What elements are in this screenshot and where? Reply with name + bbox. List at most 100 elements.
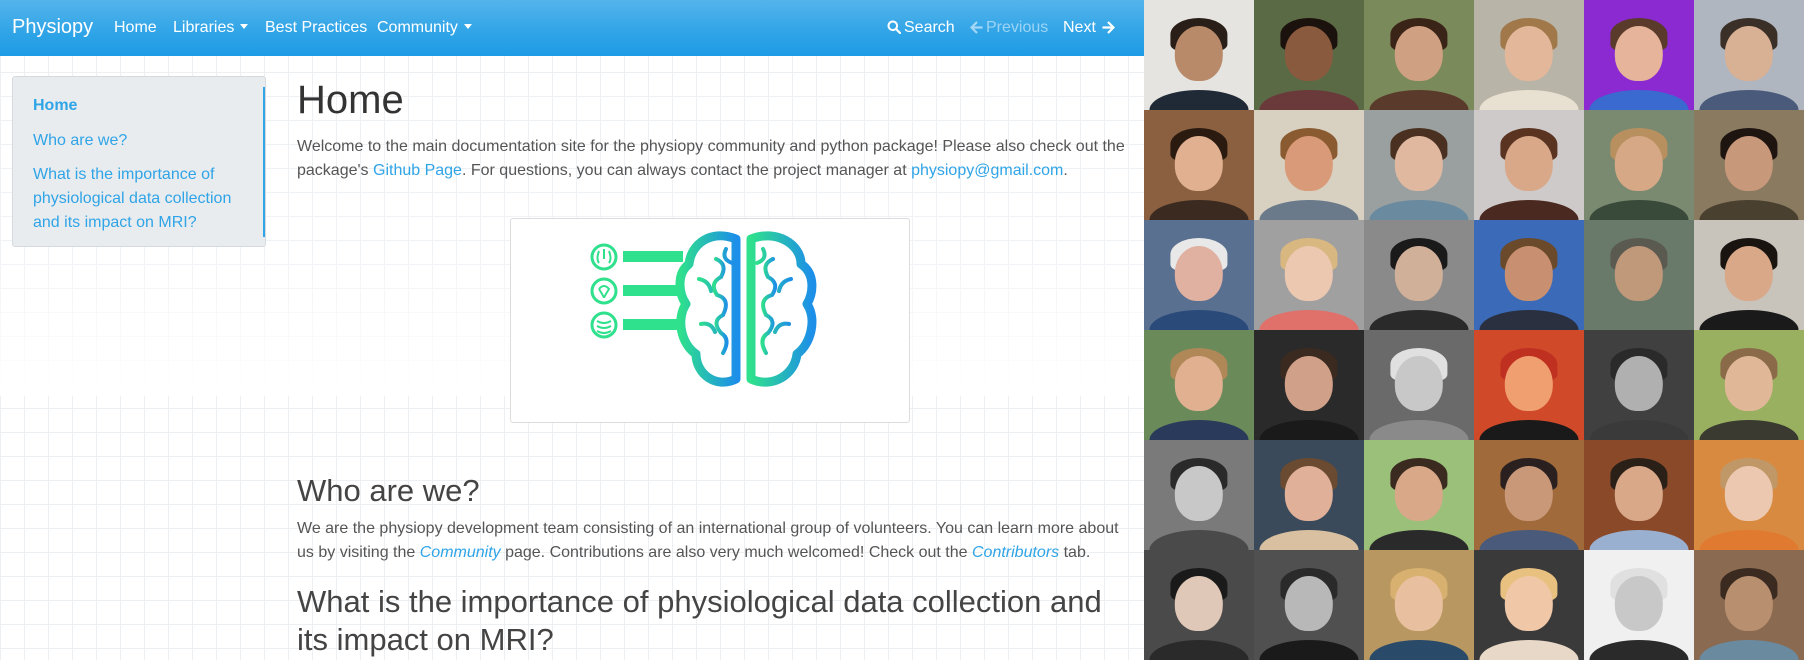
- contributor-photo: [1694, 550, 1804, 660]
- contributor-shoulders: [1479, 640, 1579, 660]
- chevron-down-icon: [240, 24, 249, 29]
- contributor-photo: [1144, 220, 1254, 330]
- nav-home[interactable]: Home: [114, 19, 157, 37]
- contributor-photo: [1474, 0, 1584, 110]
- contributor-face: [1174, 136, 1224, 192]
- toc-link-who-are-we[interactable]: Who are we?: [33, 129, 243, 153]
- contributor-shoulders: [1149, 420, 1249, 440]
- nav-best-practices[interactable]: Best Practices: [265, 19, 367, 37]
- organ-icons: [590, 243, 618, 339]
- contributor-face: [1724, 26, 1774, 82]
- contributor-shoulders: [1589, 420, 1689, 440]
- contributor-shoulders: [1479, 90, 1579, 110]
- contributor-shoulders: [1479, 310, 1579, 330]
- brand-link[interactable]: Physiopy: [12, 16, 93, 39]
- contributor-face: [1614, 136, 1664, 192]
- contributor-shoulders: [1479, 530, 1579, 550]
- contributor-face: [1284, 26, 1334, 82]
- contributor-face: [1174, 466, 1224, 522]
- contributor-face: [1284, 136, 1334, 192]
- contributor-face: [1284, 356, 1334, 412]
- contributor-photo: [1694, 330, 1804, 440]
- nav-community-dropdown[interactable]: Community: [377, 19, 472, 37]
- contributor-photo: [1144, 550, 1254, 660]
- contributor-photo: [1694, 0, 1804, 110]
- intro-text-2: . For questions, you can always contact …: [461, 162, 912, 179]
- contributor-shoulders: [1589, 310, 1689, 330]
- toc-active-indicator: [263, 87, 265, 237]
- contributor-shoulders: [1149, 640, 1249, 660]
- contributor-face: [1724, 356, 1774, 412]
- search-label: Search: [904, 19, 955, 36]
- contributor-shoulders: [1369, 640, 1469, 660]
- contributor-photo: [1254, 330, 1364, 440]
- contributors-link[interactable]: Contributors: [972, 544, 1059, 561]
- contributor-photo: [1584, 0, 1694, 110]
- who-are-we-heading: Who are we?: [297, 473, 480, 508]
- contributor-shoulders: [1589, 90, 1689, 110]
- contributor-shoulders: [1699, 530, 1799, 550]
- contributor-photo: [1364, 550, 1474, 660]
- contributor-photo: [1694, 220, 1804, 330]
- contributor-shoulders: [1369, 310, 1469, 330]
- contributor-face: [1284, 246, 1334, 302]
- contributor-face: [1394, 26, 1444, 82]
- contributor-photo: [1694, 440, 1804, 550]
- contributor-face: [1504, 246, 1554, 302]
- next-button[interactable]: Next: [1063, 19, 1116, 37]
- brain-outline: [675, 231, 817, 387]
- github-page-link[interactable]: Github Page: [373, 162, 462, 179]
- contributor-face: [1394, 356, 1444, 412]
- contributor-photo: [1364, 220, 1474, 330]
- contributor-photo: [1254, 110, 1364, 220]
- top-navbar: Physiopy Home Libraries Best Practices C…: [0, 0, 1144, 56]
- contributors-photo-grid: [1144, 0, 1804, 660]
- contributor-face: [1724, 466, 1774, 522]
- contributor-face: [1394, 246, 1444, 302]
- contributor-shoulders: [1259, 530, 1359, 550]
- contributor-face: [1394, 136, 1444, 192]
- contributor-face: [1504, 466, 1554, 522]
- brain-folds: [697, 247, 793, 355]
- nav-libraries-dropdown[interactable]: Libraries: [173, 19, 249, 37]
- contributor-face: [1724, 136, 1774, 192]
- search-icon: [887, 20, 901, 34]
- search-button[interactable]: Search: [887, 19, 955, 37]
- community-link[interactable]: Community: [420, 544, 501, 561]
- contributor-face: [1284, 576, 1334, 632]
- contributor-shoulders: [1259, 640, 1359, 660]
- contributor-shoulders: [1699, 640, 1799, 660]
- nav-libraries-label: Libraries: [173, 19, 235, 36]
- contributor-face: [1614, 246, 1664, 302]
- contributor-photo: [1474, 110, 1584, 220]
- nav-community-label: Community: [377, 19, 458, 36]
- contributor-shoulders: [1149, 310, 1249, 330]
- page-title: Home: [297, 78, 404, 122]
- who-text-2: page. Contributions are also very much w…: [500, 544, 972, 561]
- contributor-photo: [1144, 0, 1254, 110]
- contributor-shoulders: [1699, 90, 1799, 110]
- contributor-photo: [1364, 0, 1474, 110]
- contributor-photo: [1144, 440, 1254, 550]
- contributor-photo: [1584, 330, 1694, 440]
- contributor-face: [1174, 356, 1224, 412]
- signal-bars: [623, 251, 683, 330]
- intro-text-3: .: [1063, 162, 1068, 179]
- contributor-shoulders: [1589, 640, 1689, 660]
- contributor-photo: [1364, 440, 1474, 550]
- toc-link-home[interactable]: Home: [33, 94, 243, 118]
- contributor-face: [1504, 26, 1554, 82]
- contributor-shoulders: [1369, 90, 1469, 110]
- contributor-face: [1504, 136, 1554, 192]
- toc-sidebar: Home Who are we? What is the importance …: [12, 76, 266, 247]
- contributor-face: [1504, 576, 1554, 632]
- previous-button[interactable]: Previous: [970, 19, 1048, 37]
- contributor-shoulders: [1369, 420, 1469, 440]
- contributor-shoulders: [1149, 90, 1249, 110]
- contributor-photo: [1254, 0, 1364, 110]
- email-link[interactable]: physiopy@gmail.com: [911, 162, 1063, 179]
- contributor-shoulders: [1699, 310, 1799, 330]
- toc-link-importance[interactable]: What is the importance of physiological …: [33, 163, 243, 235]
- arrow-right-icon: [1102, 21, 1116, 34]
- contributor-face: [1504, 356, 1554, 412]
